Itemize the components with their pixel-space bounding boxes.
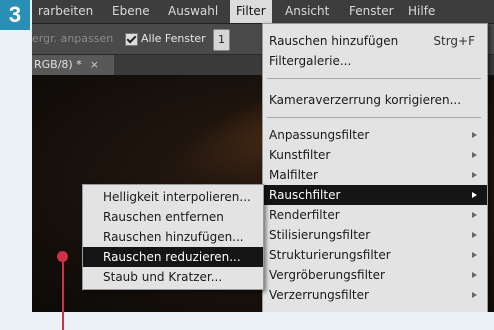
document-tab-title: RGB/8) *	[34, 58, 82, 71]
submenu-arrow-icon	[472, 212, 477, 218]
menu-view[interactable]: Ansicht	[279, 0, 335, 23]
filter-menu-item-brush-strokes[interactable]: Malfilter	[263, 165, 487, 185]
submenu-arrow-icon	[472, 172, 477, 178]
menu-help[interactable]: Hilfe	[402, 0, 441, 23]
submenu-arrow-icon	[472, 292, 477, 298]
filter-menu-item-artistic[interactable]: Kunstfilter	[263, 145, 487, 165]
submenu-arrow-icon	[472, 152, 477, 158]
menu-separator	[267, 78, 481, 79]
close-icon[interactable]: ×	[90, 55, 99, 75]
menu-select[interactable]: Auswahl	[162, 0, 224, 23]
filter-menu-item-filter-gallery[interactable]: Filtergalerie...	[263, 51, 487, 71]
filter-menu-dropdown: Rauschen hinzufügen Strg+F Filtergalerie.…	[262, 23, 488, 312]
shortcut-label: Strg+F	[433, 34, 475, 48]
submenu-item-reduce-noise[interactable]: Rauschen reduzieren...	[83, 247, 263, 267]
filter-menu-item-adjustments[interactable]: Anpassungsfilter	[263, 125, 487, 145]
menu-edit[interactable]: rarbeiten	[32, 0, 99, 23]
filter-menu-item-pixelate[interactable]: Vergröberungsfilter	[263, 265, 487, 285]
step-number-badge: 3	[0, 0, 30, 30]
menu-layer[interactable]: Ebene	[106, 0, 156, 23]
filter-menu-item-noise[interactable]: Rauschfilter	[263, 185, 487, 205]
menu-separator	[267, 117, 481, 118]
menu-window[interactable]: Fenster	[343, 0, 400, 23]
filter-menu-item-texture[interactable]: Strukturierungsfilter	[263, 245, 487, 265]
submenu-item-median[interactable]: Helligkeit interpolieren...	[83, 187, 263, 207]
submenu-arrow-icon	[472, 192, 477, 198]
filter-menu-item-lens-correction[interactable]: Kameraverzerrung korrigieren...	[263, 90, 487, 110]
submenu-item-add-noise[interactable]: Rauschen hinzufügen...	[83, 227, 263, 247]
resize-windows-option: ergr. anpassen	[32, 32, 114, 45]
filter-menu-item-add-noise-last[interactable]: Rauschen hinzufügen Strg+F	[263, 31, 487, 51]
submenu-item-dust-and-scratches[interactable]: Staub und Kratzer...	[83, 267, 263, 287]
document-tab[interactable]: RGB/8) * ×	[32, 55, 114, 75]
filter-menu-item-render[interactable]: Renderfilter	[263, 205, 487, 225]
filter-menu-item-stylize[interactable]: Stilisierungsfilter	[263, 225, 487, 245]
callout-marker-dot	[57, 251, 68, 262]
all-windows-label: Alle Fenster	[141, 32, 206, 45]
zoom-button[interactable]: 1	[213, 29, 230, 51]
callout-marker-line	[62, 262, 64, 330]
submenu-arrow-icon	[472, 252, 477, 258]
submenu-arrow-icon	[472, 272, 477, 278]
submenu-item-despeckle[interactable]: Rauschen entfernen	[83, 207, 263, 227]
all-windows-checkbox[interactable]	[125, 33, 138, 46]
filter-menu-item-distort[interactable]: Verzerrungsfilter	[263, 285, 487, 305]
menu-filter[interactable]: Filter	[230, 0, 272, 23]
noise-submenu: Helligkeit interpolieren... Rauschen ent…	[82, 184, 264, 290]
submenu-arrow-icon	[472, 132, 477, 138]
editor-window: rarbeiten Ebene Auswahl Filter Ansicht F…	[32, 0, 494, 312]
submenu-arrow-icon	[472, 232, 477, 238]
menu-bar: rarbeiten Ebene Auswahl Filter Ansicht F…	[32, 0, 494, 24]
